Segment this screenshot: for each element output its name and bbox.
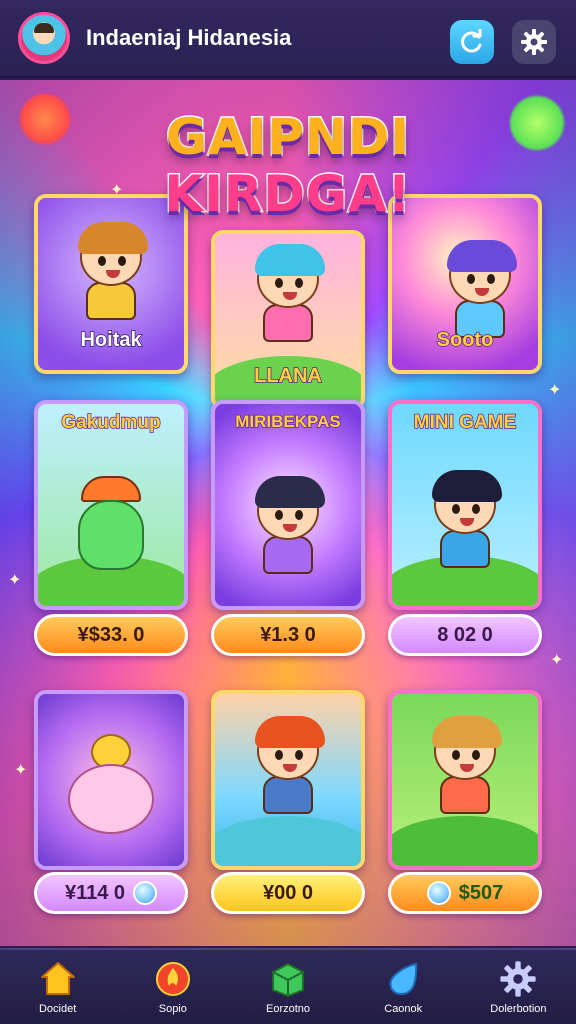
price-label: ¥1.3 0 (260, 623, 316, 646)
game-card[interactable] (388, 690, 542, 870)
game-card[interactable]: MINI GAME (388, 400, 542, 610)
box-icon (272, 963, 304, 997)
fire-icon (155, 962, 190, 996)
sparkle-icon: ✦ (14, 760, 28, 779)
bottom-nav: Docidet Sopio Eorzotno Caonok Dolerbotio… (0, 948, 576, 1024)
price-label: 8 02 0 (437, 623, 493, 646)
nav-label: Dolerbotion (490, 1003, 547, 1015)
game-card[interactable] (34, 690, 188, 870)
sparkle-icon: ✦ (550, 650, 564, 669)
coin-icon (426, 881, 451, 905)
character-illustration (446, 240, 517, 338)
price-button[interactable]: $507 (388, 872, 542, 914)
top-bar: Indaeniaj Hidanesia (0, 0, 576, 78)
price-button[interactable]: ¥1.3 0 (211, 614, 365, 656)
nav-label: Caonok (384, 1003, 423, 1015)
price-button[interactable]: ¥114 0 (34, 872, 188, 914)
home-icon (40, 962, 75, 995)
nav-item-eorzotno[interactable]: Eorzotno (230, 950, 345, 1024)
main-stage: ✦ ✦ ✦ ✦ ✦ GAIPNDI KIRDGA! Hoitak LLANA S… (0, 80, 576, 946)
coin-icon (133, 881, 158, 905)
price-label: ¥00 0 (262, 881, 314, 904)
card-title: MIRIBEKPAS (235, 411, 342, 432)
sparkle-icon: ✦ (548, 380, 562, 399)
app-title: Indaeniaj Hidanesia (86, 25, 292, 50)
character-illustration (255, 244, 325, 342)
nav-item-home[interactable]: Docidet (0, 950, 115, 1024)
price-label: ¥114 0 (64, 881, 126, 904)
logo-line-1: GAIPNDI (165, 107, 411, 168)
game-logo: GAIPNDI KIRDGA! (128, 107, 448, 258)
nav-label: Eorzotno (265, 1003, 311, 1015)
card-title: Hoitak (80, 328, 143, 352)
price-button[interactable]: ¥$33. 0 (34, 614, 188, 656)
price-label: ¥$33. 0 (77, 623, 145, 646)
avatar-icon[interactable] (18, 12, 70, 64)
nav-label: Sopio (158, 1003, 187, 1015)
gear-icon (500, 961, 537, 997)
price-button[interactable]: 8 02 0 (388, 614, 542, 656)
refresh-button[interactable] (450, 20, 494, 64)
sparkle-icon: ✦ (8, 570, 22, 589)
drop-icon (389, 962, 418, 996)
character-illustration (255, 476, 325, 574)
gear-icon (521, 29, 547, 55)
nav-label: Docidet (38, 1003, 77, 1015)
nav-item-settings[interactable]: Dolerbotion (461, 950, 576, 1024)
game-card[interactable]: MIRIBEKPAS (211, 400, 365, 610)
game-card[interactable] (211, 690, 365, 870)
price-button[interactable]: ¥00 0 (211, 872, 365, 914)
candy-decoration (510, 96, 564, 150)
refresh-icon (461, 29, 482, 53)
nav-item-caonok[interactable]: Caonok (346, 950, 461, 1024)
card-title: Gakudmup (61, 411, 162, 434)
card-title: Sooto (436, 328, 494, 352)
card-title: LLANA (253, 364, 322, 388)
character-illustration (432, 470, 502, 568)
card-title: MINI GAME (413, 411, 517, 434)
settings-button[interactable] (512, 20, 556, 64)
character-illustration (432, 716, 502, 814)
game-card[interactable]: Gakudmup (34, 400, 188, 610)
character-illustration (255, 716, 325, 814)
candy-decoration (20, 94, 70, 144)
logo-line-2: KIRDGA! (163, 165, 412, 224)
price-label: $507 (458, 881, 504, 904)
nav-item-sopio[interactable]: Sopio (115, 950, 230, 1024)
character-illustration (78, 476, 144, 570)
character-illustration (68, 734, 154, 834)
